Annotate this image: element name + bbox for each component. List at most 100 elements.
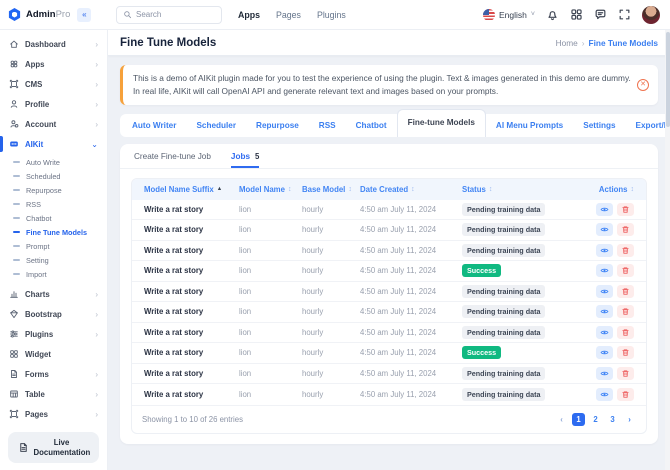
tab-scheduler[interactable]: Scheduler — [186, 116, 246, 137]
fullscreen-button[interactable] — [618, 8, 631, 21]
sidebar-collapse-button[interactable]: « — [77, 8, 91, 22]
sidebar-item-apps[interactable]: Apps › — [0, 54, 107, 74]
column-header-model-name[interactable]: Model Name ↕ — [239, 185, 302, 194]
delete-button[interactable] — [617, 203, 634, 216]
search-box[interactable] — [116, 6, 222, 24]
sidebar-subitem-prompt[interactable]: Prompt — [0, 239, 107, 253]
cell-base-model: hourly — [302, 307, 360, 316]
charts-icon — [9, 289, 19, 299]
fullscreen-icon — [618, 8, 631, 21]
cell-model-name-suffix: Write a rat story — [144, 328, 239, 337]
sidebar-item-pages[interactable]: Pages › — [0, 404, 107, 424]
delete-button[interactable] — [617, 244, 634, 257]
cell-base-model: hourly — [302, 369, 360, 378]
alert-dismiss-button[interactable]: ✕ — [637, 79, 649, 91]
cell-status: Pending training data — [462, 326, 590, 339]
eye-icon — [600, 246, 609, 255]
pagination-next[interactable]: › — [623, 413, 636, 426]
language-selector[interactable]: English ˅ — [483, 9, 535, 21]
column-header-actions[interactable]: Actions ↕ — [590, 185, 634, 194]
sidebar-subitem-import[interactable]: Import — [0, 267, 107, 281]
sidebar-item-profile[interactable]: Profile › — [0, 94, 107, 114]
apps-grid-button[interactable] — [570, 8, 583, 21]
view-button[interactable] — [596, 264, 613, 277]
sidebar-item-cms[interactable]: CMS › — [0, 74, 107, 94]
delete-button[interactable] — [617, 346, 634, 359]
view-button[interactable] — [596, 305, 613, 318]
messages-button[interactable] — [594, 8, 607, 21]
delete-button[interactable] — [617, 223, 634, 236]
top-nav-pages[interactable]: Pages — [276, 10, 301, 20]
tab-auto-writer[interactable]: Auto Writer — [122, 116, 186, 137]
pagination-prev[interactable]: ‹ — [555, 413, 568, 426]
delete-button[interactable] — [617, 285, 634, 298]
cell-base-model: hourly — [302, 390, 360, 399]
brand-logo-icon — [8, 8, 21, 21]
page-scrollbar[interactable] — [665, 30, 670, 470]
sidebar-item-bootstrap[interactable]: Bootstrap › — [0, 304, 107, 324]
pagination-page-3[interactable]: 3 — [606, 413, 619, 426]
column-header-model-name-suffix[interactable]: Model Name Suffix ▲ — [144, 185, 239, 194]
sidebar-item-plugins[interactable]: Plugins › — [0, 324, 107, 344]
delete-button[interactable] — [617, 388, 634, 401]
tab-repurpose[interactable]: Repurpose — [246, 116, 309, 137]
delete-button[interactable] — [617, 264, 634, 277]
delete-button[interactable] — [617, 305, 634, 318]
sidebar-subitem-fine-tune-models[interactable]: Fine Tune Models — [0, 225, 107, 239]
top-nav-plugins[interactable]: Plugins — [317, 10, 346, 20]
sidebar-item-charts[interactable]: Charts › — [0, 284, 107, 304]
tab-chatbot[interactable]: Chatbot — [346, 116, 397, 137]
tab-create-fine-tune-job[interactable]: Create Fine-tune Job — [134, 152, 211, 168]
breadcrumb-home[interactable]: Home — [556, 38, 578, 48]
sidebar-item-widget[interactable]: Widget — [0, 344, 107, 364]
view-button[interactable] — [596, 346, 613, 359]
cell-date-created: 4:50 am July 11, 2024 — [360, 205, 462, 214]
column-header-status[interactable]: Status ↕ — [462, 185, 590, 194]
sidebar-item-forms[interactable]: Forms › — [0, 364, 107, 384]
tab-fine-tune-models[interactable]: Fine-tune Models — [397, 109, 486, 137]
tab-ai-menu-prompts[interactable]: AI Menu Prompts — [486, 116, 573, 137]
cell-model-name: lion — [239, 328, 302, 337]
search-input[interactable] — [136, 10, 215, 19]
view-button[interactable] — [596, 367, 613, 380]
sidebar-subitem-setting[interactable]: Setting — [0, 253, 107, 267]
pagination-page-2[interactable]: 2 — [589, 413, 602, 426]
sort-icon: ↕ — [288, 186, 292, 193]
top-nav-apps[interactable]: Apps — [238, 10, 260, 20]
scrollbar-thumb[interactable] — [666, 32, 670, 127]
pagination: ‹ 123 › — [555, 413, 636, 426]
column-header-base-model[interactable]: Base Model ↕ — [302, 185, 360, 194]
delete-button[interactable] — [617, 367, 634, 380]
delete-button[interactable] — [617, 326, 634, 339]
user-avatar[interactable] — [642, 6, 660, 24]
cell-model-name: lion — [239, 307, 302, 316]
sidebar-subitem-chatbot[interactable]: Chatbot — [0, 211, 107, 225]
notifications-button[interactable] — [546, 8, 559, 21]
cell-model-name-suffix: Write a rat story — [144, 287, 239, 296]
table-row: Write a rat story lion hourly 4:50 am Ju… — [132, 220, 646, 241]
live-documentation-button[interactable]: Live Documentation — [8, 432, 99, 463]
sidebar-subitem-repurpose[interactable]: Repurpose — [0, 183, 107, 197]
sidebar-item-aikit[interactable]: AIKit ⌄ — [0, 134, 107, 154]
view-button[interactable] — [596, 326, 613, 339]
sidebar-item-dashboard[interactable]: Dashboard › — [0, 34, 107, 54]
tab-settings[interactable]: Settings — [573, 116, 625, 137]
tab-jobs[interactable]: Jobs 5 — [231, 152, 259, 168]
view-button[interactable] — [596, 223, 613, 236]
dash-icon — [13, 231, 20, 233]
main-area: Fine Tune Models Home › Fine Tune Models… — [108, 30, 670, 470]
sidebar-subitem-auto-write[interactable]: Auto Write — [0, 155, 107, 169]
sidebar-subitem-rss[interactable]: RSS — [0, 197, 107, 211]
view-button[interactable] — [596, 244, 613, 257]
tab-rss[interactable]: RSS — [309, 116, 346, 137]
eye-icon — [600, 390, 609, 399]
pagination-page-1[interactable]: 1 — [572, 413, 585, 426]
view-button[interactable] — [596, 388, 613, 401]
sidebar-item-table[interactable]: Table › — [0, 384, 107, 404]
tab-export-import-settings[interactable]: Export/Import Settings — [626, 116, 670, 137]
view-button[interactable] — [596, 285, 613, 298]
sidebar-subitem-scheduled[interactable]: Scheduled — [0, 169, 107, 183]
column-header-date-created[interactable]: Date Created ↕ — [360, 185, 462, 194]
sidebar-item-account[interactable]: Account › — [0, 114, 107, 134]
view-button[interactable] — [596, 203, 613, 216]
